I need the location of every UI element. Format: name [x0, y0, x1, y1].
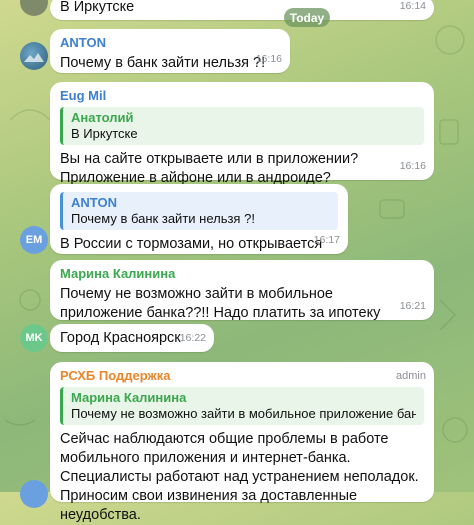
- landscape-icon: [24, 53, 44, 62]
- message-text: Сейчас наблюдаются общие проблемы в рабо…: [60, 431, 419, 523]
- message-text: В России с тормозами, но открывается: [60, 236, 323, 252]
- sender-name[interactable]: ANTON: [60, 35, 280, 51]
- sender-name[interactable]: Eug Mil: [60, 88, 424, 104]
- reply-text: В Иркутске: [71, 126, 138, 141]
- date-separator: Today: [284, 8, 330, 27]
- message-bubble[interactable]: РСХБ Поддержка admin Марина Калинина Поч…: [50, 362, 434, 523]
- message-time: 16:16: [399, 160, 426, 172]
- reply-text: Почему в банк зайти нельзя ?!: [71, 211, 255, 226]
- reply-quote[interactable]: ANTON Почему в банк зайти нельзя ?!: [60, 192, 338, 230]
- message-time: 16:16: [255, 53, 282, 65]
- message-time: 16:17: [313, 234, 340, 246]
- reply-author: ANTON: [71, 195, 117, 210]
- message-time: 16:21: [399, 300, 426, 312]
- message-time: 16:14: [399, 0, 426, 12]
- message-text: В Иркутске: [60, 0, 135, 15]
- reply-text: Почему не возможно зайти в мобильное при…: [71, 406, 416, 421]
- reply-quote[interactable]: Марина Калинина Почему не возможно зайти…: [60, 387, 424, 425]
- message-text: Почему в банк зайти нельзя ?!: [60, 55, 266, 71]
- reply-author: Марина Калинина: [71, 390, 187, 405]
- avatar-em[interactable]: EM: [20, 226, 48, 254]
- message-text: Почему не возможно зайти в мобильное при…: [60, 286, 381, 321]
- message-time: 16:22: [179, 332, 206, 344]
- message-bubble[interactable]: ANTON Почему в банк зайти нельзя ?! 16:1…: [50, 29, 290, 73]
- message-bubble[interactable]: Eug Mil Анатолий В Иркутске Вы на сайте …: [50, 82, 434, 186]
- avatar-partial-top[interactable]: [20, 0, 48, 16]
- reply-author: Анатолий: [71, 110, 134, 125]
- sender-name[interactable]: Марина Калинина: [60, 266, 424, 282]
- admin-badge: admin: [396, 370, 426, 382]
- avatar-mk[interactable]: MK: [20, 324, 48, 352]
- sender-name[interactable]: РСХБ Поддержка: [60, 368, 424, 384]
- message-bubble[interactable]: ANTON Почему в банк зайти нельзя ?! В Ро…: [50, 184, 348, 254]
- reply-quote[interactable]: Анатолий В Иркутске: [60, 107, 424, 145]
- avatar-anton[interactable]: [20, 42, 48, 70]
- message-text: Вы на сайте открываете или в приложении?…: [60, 151, 359, 186]
- message-bubble[interactable]: Город Красноярск 16:22: [50, 324, 214, 352]
- message-text: Город Красноярск: [60, 330, 181, 346]
- avatar-partial-bottom[interactable]: [20, 480, 48, 508]
- message-bubble[interactable]: Марина Калинина Почему не возможно зайти…: [50, 260, 434, 321]
- message-bubble[interactable]: В Иркутске 16:14: [50, 0, 434, 20]
